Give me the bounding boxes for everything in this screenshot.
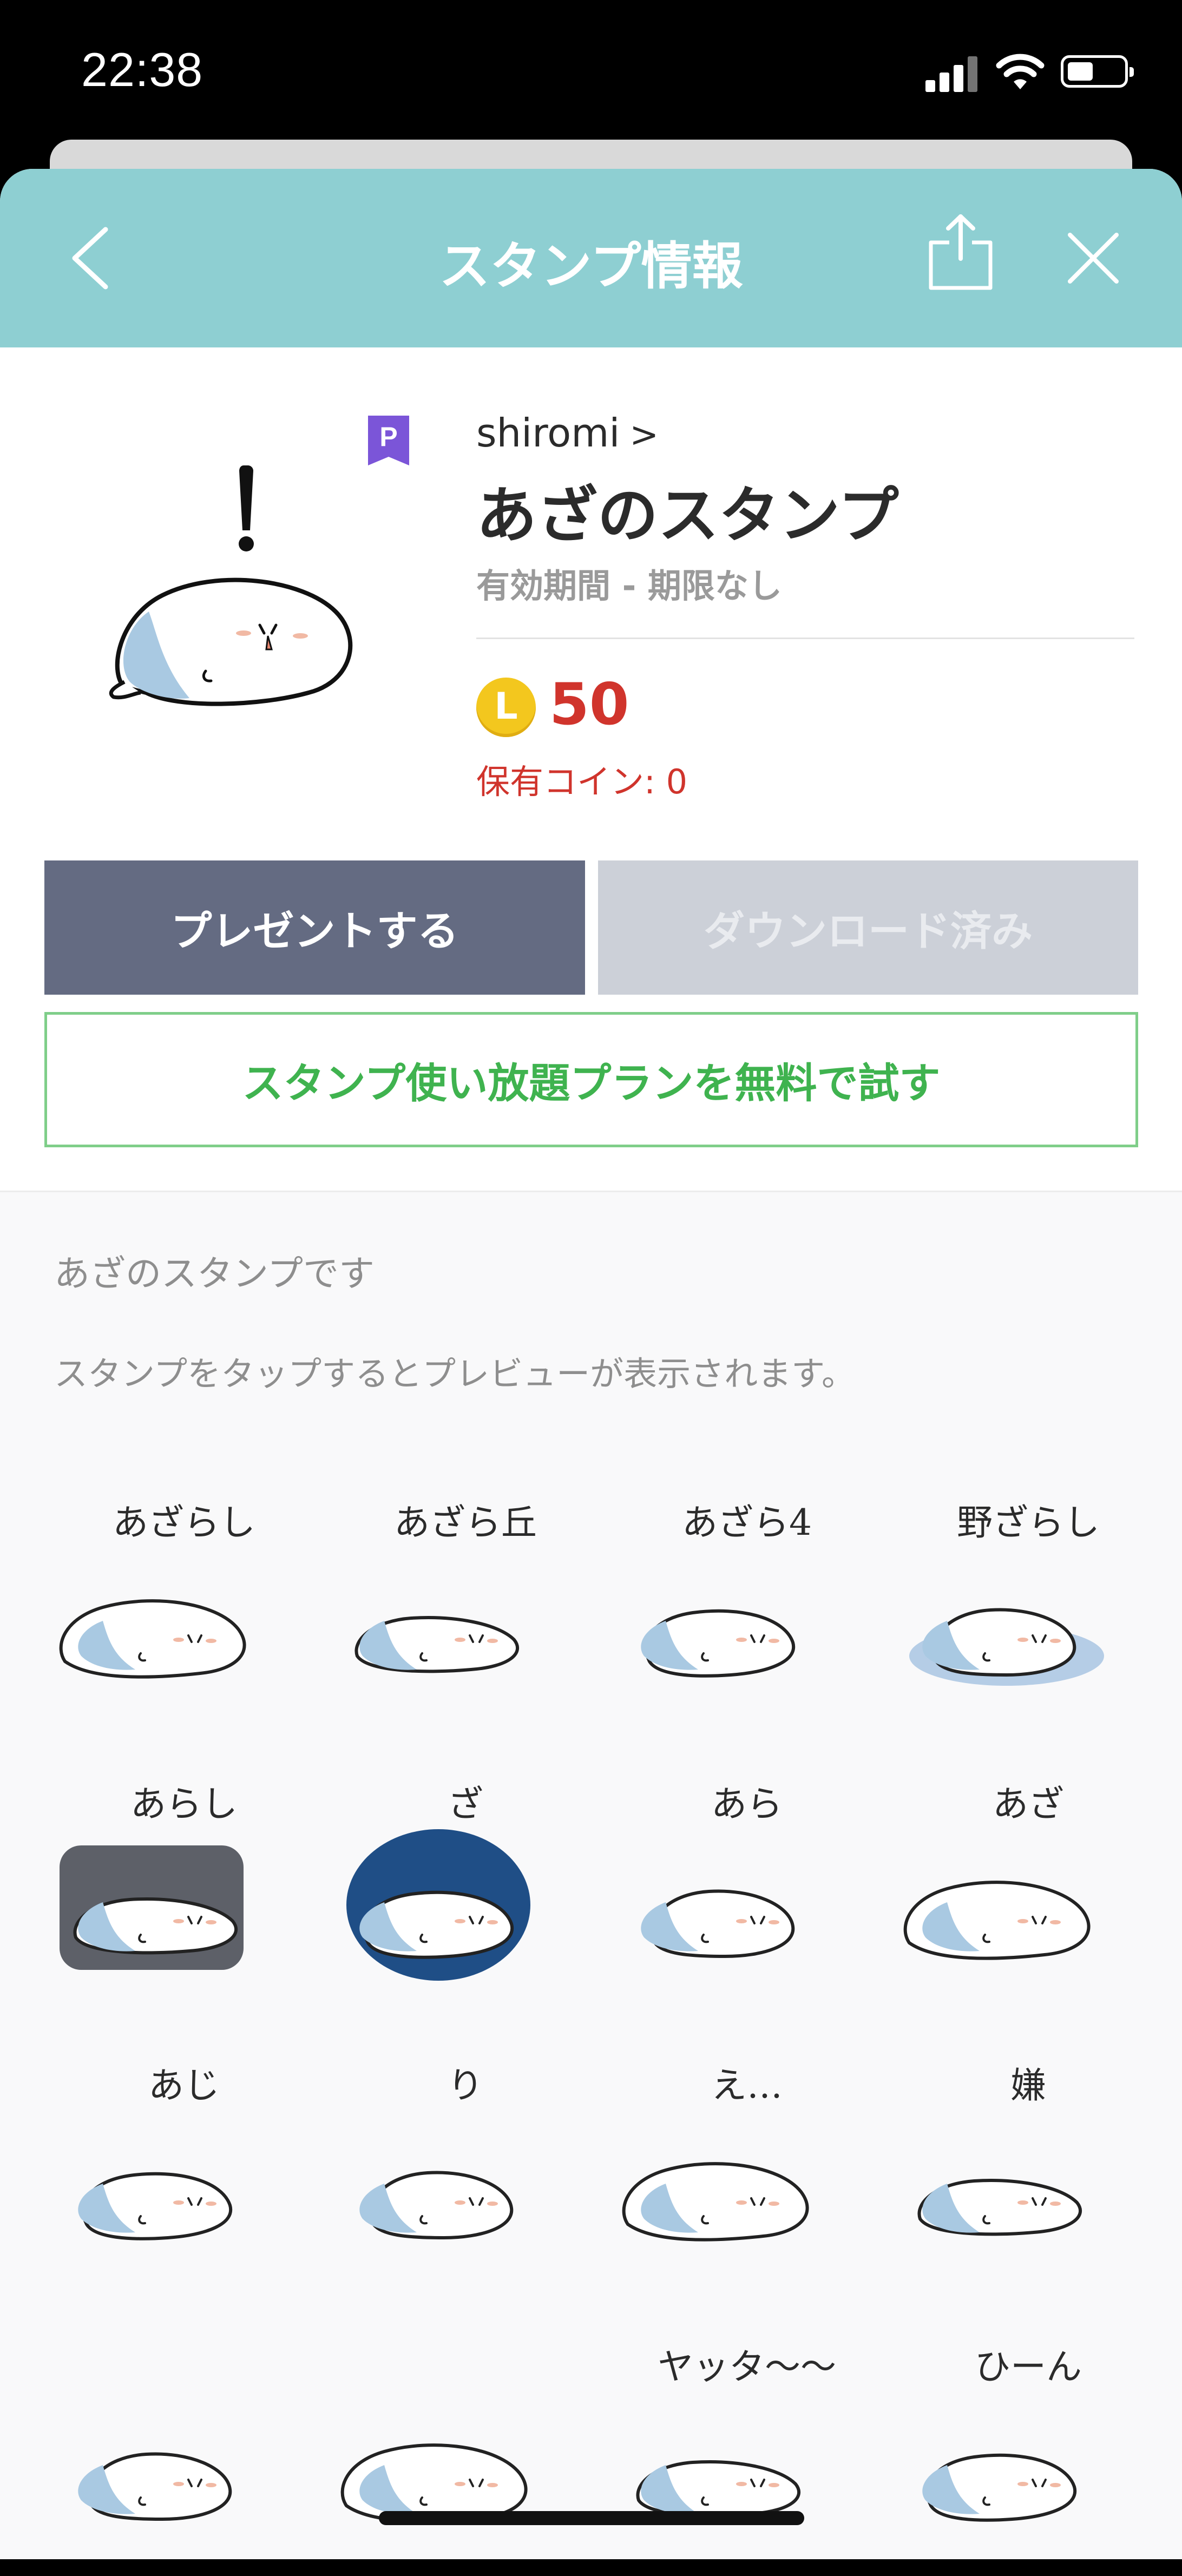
sticker-main-image bbox=[109, 465, 353, 706]
header-bar: スタンプ情報 bbox=[0, 169, 1182, 347]
validity-text: 有効期間 - 期限なし bbox=[476, 566, 782, 606]
sticker-item[interactable]: ヤッタ〜〜 bbox=[606, 2295, 888, 2576]
sticker-label: ざ bbox=[448, 1783, 483, 1825]
sticker-image bbox=[340, 2443, 528, 2523]
share-icon[interactable] bbox=[925, 212, 996, 293]
sticker-label: ヤッタ〜〜 bbox=[658, 2346, 836, 2388]
sticker-item[interactable]: ざ bbox=[325, 1732, 606, 2013]
sticker-item[interactable]: あざら4 bbox=[606, 1450, 888, 1732]
downloaded-button: ダウンロード済み bbox=[598, 860, 1138, 995]
free-trial-button[interactable]: スタンプ使い放題プランを無料で試す bbox=[44, 1012, 1138, 1147]
sticker-label: あざら4 bbox=[682, 1502, 812, 1543]
sticker-item[interactable]: り bbox=[325, 2013, 606, 2295]
divider bbox=[476, 638, 1134, 639]
sticker-item[interactable]: あざらし bbox=[43, 1450, 325, 1732]
author-link[interactable]: shiromi > bbox=[476, 410, 659, 456]
sticker-label: あざら丘 bbox=[394, 1502, 537, 1543]
cellular-signal-icon bbox=[925, 54, 980, 92]
sticker-label: あじ bbox=[148, 2065, 220, 2106]
sticker-item[interactable]: あざ bbox=[888, 1732, 1169, 2013]
premium-badge: P bbox=[368, 416, 409, 465]
preview-hint: スタンプをタップするとプレビューが表示されます。 bbox=[54, 1354, 855, 1394]
sticker-item[interactable]: 嫌 bbox=[888, 2013, 1169, 2295]
sticker-label: り bbox=[448, 2065, 483, 2106]
section-divider bbox=[0, 1191, 1182, 1192]
sticker-item[interactable]: あじ bbox=[43, 2013, 325, 2295]
close-icon[interactable] bbox=[1058, 223, 1128, 293]
sticker-label: あら bbox=[711, 1783, 783, 1825]
home-indicator bbox=[379, 2511, 804, 2525]
sticker-label: あざ bbox=[993, 1783, 1064, 1825]
coin-icon: L bbox=[476, 678, 536, 737]
owned-coins: 保有コイン: 0 bbox=[476, 762, 688, 801]
sticker-label: あざらし bbox=[113, 1502, 255, 1543]
battery-icon bbox=[1061, 55, 1134, 88]
price: 50 bbox=[549, 671, 629, 738]
sticker-label: 野ざらし bbox=[957, 1502, 1100, 1543]
sticker-item[interactable]: あら bbox=[606, 1732, 888, 2013]
sticker-item[interactable]: あざら丘 bbox=[325, 1450, 606, 1732]
sticker-label: 嫌 bbox=[1010, 2065, 1046, 2106]
page-title: スタンプ情報 bbox=[439, 237, 743, 296]
author-name: shiromi bbox=[476, 410, 620, 456]
sticker-item[interactable] bbox=[43, 2295, 325, 2576]
sticker-item[interactable] bbox=[325, 2295, 606, 2576]
sticker-title: あざのスタンプ bbox=[476, 481, 899, 551]
sticker-description: あざのスタンプです bbox=[54, 1253, 375, 1294]
sticker-label: ひーん bbox=[975, 2346, 1082, 2388]
status-time: 22:38 bbox=[81, 43, 203, 96]
sticker-label: あらし bbox=[130, 1783, 238, 1825]
svg-text:P: P bbox=[379, 422, 397, 452]
sticker-item[interactable]: ひーん bbox=[888, 2295, 1169, 2576]
sticker-image bbox=[78, 2452, 232, 2521]
status-bar: 22:38 bbox=[0, 0, 1182, 162]
wifi-icon bbox=[996, 54, 1045, 89]
gift-button[interactable]: プレゼントする bbox=[44, 860, 585, 995]
sticker-label: え… bbox=[711, 2065, 783, 2106]
sticker-item[interactable]: あらし bbox=[43, 1732, 325, 2013]
chevron-right-icon: > bbox=[629, 415, 659, 455]
sticker-item[interactable]: え… bbox=[606, 2013, 888, 2295]
sticker-item[interactable]: 野ざらし bbox=[888, 1450, 1169, 1732]
